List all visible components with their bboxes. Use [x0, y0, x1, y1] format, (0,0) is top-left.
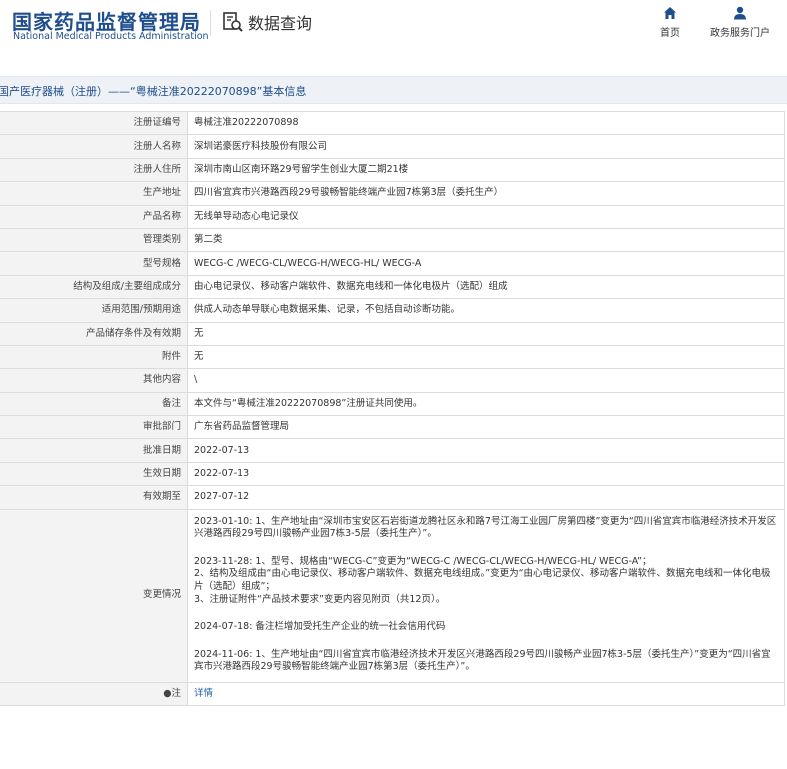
row-value: 供成人动态单导联心电数据采集、记录，不包括自动诊断功能。 [187, 298, 785, 323]
table-row: 适用范围/预期用途 供成人动态单导联心电数据采集、记录，不包括自动诊断功能。 [0, 298, 785, 323]
nav-home-label: 首页 [660, 28, 680, 39]
row-label: 附件 [0, 344, 188, 370]
document-search-icon [223, 12, 243, 32]
table-row: 产品储存条件及有效期无 [0, 321, 785, 346]
page-title-bar: 国产医疗器械（注册）——“粤械注准20222070898”基本信息 [0, 76, 787, 104]
nav-gov-label: 政务服务门户 [710, 28, 770, 39]
device-info-table: 注册证编号 粤械注准20222070898 注册人名称 深圳诺豪医疗科技股份有限公司注… [0, 110, 785, 707]
table-row: 生产地址 四川省宜宾市兴港路西段29号骏畅智能终端产业园7栋第3层（委托生产） [0, 181, 785, 206]
note-cell: 详情 [187, 681, 785, 707]
nav-gov-portal[interactable]: 政务服务门户 [706, 6, 774, 39]
table-row: 结构及组成/主要组成成分 由心电记录仪、移动客户端软件、数据充电线和一体化电极片（… [0, 274, 785, 300]
row-value: 2022-07-13 [187, 461, 785, 487]
data-query-label: 数据查询 [248, 14, 313, 33]
table-row: 备注 本文件与“粤械注准20222070898”注册证共同使用。 [0, 391, 785, 417]
details-link[interactable]: 详情 [194, 688, 213, 699]
row-label: 生效日期 [0, 461, 188, 487]
user-icon [734, 6, 746, 20]
table-row: 其他内容 \ [0, 368, 785, 393]
row-value: 第二类 [187, 227, 785, 253]
table-row: 产品名称 无线单导动态心电记录仪 [0, 204, 785, 229]
table-row: 有效期至 2027-07-12 [0, 485, 785, 510]
table-row: 注册证编号 粤械注准20222070898 [0, 110, 785, 136]
site-header: 国家药品监督管理局 National Medical Products Admi… [0, 0, 787, 64]
row-label: 生产地址 [0, 181, 188, 206]
table-row: 生效日期 2022-07-13 [0, 461, 785, 487]
row-value: 2022-07-13 [187, 438, 785, 463]
home-icon [664, 7, 676, 19]
row-value: 2027-07-12 [187, 485, 785, 510]
header-divider [210, 10, 211, 36]
row-label: 产品储存条件及有效期 [0, 321, 188, 346]
data-query-title[interactable]: 数据查询 [222, 10, 312, 34]
row-value: 深圳诺豪医疗科技股份有限公司 [187, 134, 785, 159]
row-label: 型号规格 [0, 251, 188, 276]
row-label: 审批部门 [0, 415, 188, 440]
change-line: 2024-11-06: 1、生产地址由“四川省宜宾市临港经济技术开发区兴港路西段… [194, 648, 771, 673]
row-value: 无 [187, 321, 785, 346]
change-entry: 2024-07-18: 备注栏增加受托生产企业的统一社会信用代码 [194, 621, 778, 634]
breadcrumb: 国产医疗器械（注册）——“粤械注准20222070898”基本信息 [0, 85, 307, 98]
change-history: 2023-01-10: 1、生产地址由“深圳市宝安区石岩街道龙腾社区永和路7号江… [187, 508, 785, 683]
table-row: 审批部门 广东省药品监督管理局 [0, 415, 785, 440]
row-label: 适用范围/预期用途 [0, 298, 188, 323]
row-value: 四川省宜宾市兴港路西段29号骏畅智能终端产业园7栋第3层（委托生产） [187, 181, 785, 206]
site-logo-en: National Medical Products Administration [13, 31, 209, 42]
row-value: 由心电记录仪、移动客户端软件、数据充电线和一体化电极片（选配）组成 [187, 274, 785, 300]
row-label: 注册人住所 [0, 157, 188, 183]
table-row: 型号规格 WECG-C /WECG-CL/WECG-H/WECG-HL/ WECG… [0, 251, 785, 276]
change-line: 2、结构及组成由“由心电记录仪、移动客户端软件、数据充电线组成。”变更为“由心电… [194, 568, 771, 593]
row-value: 无 [187, 344, 785, 370]
row-value: 粤械注准20222070898 [187, 110, 785, 136]
row-value: 无线单导动态心电记录仪 [187, 204, 785, 229]
note-row: ●注 详情 [0, 681, 785, 707]
change-entry: 2024-11-06: 1、生产地址由“四川省宜宾市临港经济技术开发区兴港路西段… [194, 649, 778, 674]
row-label: 批准日期 [0, 438, 188, 463]
row-label: 其他内容 [0, 368, 188, 393]
row-label: 备注 [0, 391, 188, 417]
row-value: 广东省药品监督管理局 [187, 415, 785, 440]
change-line: 2023-01-10: 1、生产地址由“深圳市宝安区石岩街道龙腾社区永和路7号江… [194, 515, 777, 540]
change-line: 2024-07-18: 备注栏增加受托生产企业的统一社会信用代码 [194, 621, 446, 633]
change-entry: 2023-11-28: 1、型号、规格由“WECG-C”变更为“WECG-C /… [194, 556, 778, 606]
change-entry: 2023-01-10: 1、生产地址由“深圳市宝安区石岩街道龙腾社区永和路7号江… [194, 516, 778, 541]
row-label: 产品名称 [0, 204, 188, 229]
row-value: 深圳市南山区南环路29号留学生创业大厦二期21楼 [187, 157, 785, 183]
table-row: 管理类别 第二类 [0, 227, 785, 253]
change-line: 3、注册证附件“产品技术要求”变更内容见附页（共12页）。 [194, 593, 446, 605]
change-line: 2023-11-28: 1、型号、规格由“WECG-C”变更为“WECG-C /… [194, 555, 652, 567]
row-label: 注册证编号 [0, 110, 188, 136]
table-row: 注册人名称 深圳诺豪医疗科技股份有限公司 [0, 134, 785, 159]
row-value: WECG-C /WECG-CL/WECG-H/WECG-HL/ WECG-A [187, 251, 785, 276]
row-label: ●注 [0, 681, 188, 707]
row-value: \ [187, 368, 785, 393]
row-value: 本文件与“粤械注准20222070898”注册证共同使用。 [187, 391, 785, 417]
table-row: 注册人住所 深圳市南山区南环路29号留学生创业大厦二期21楼 [0, 157, 785, 183]
row-label: 管理类别 [0, 227, 188, 253]
change-history-row: 变更情况 2023-01-10: 1、生产地址由“深圳市宝安区石岩街道龙腾社区永和… [0, 508, 785, 683]
row-label: 有效期至 [0, 485, 188, 510]
nav-home[interactable]: 首页 [653, 6, 687, 39]
row-label: 注册人名称 [0, 134, 188, 159]
table-row: 附件无 [0, 344, 785, 370]
row-label: 变更情况 [0, 508, 188, 683]
row-label: 结构及组成/主要组成成分 [0, 274, 188, 300]
table-row: 批准日期 2022-07-13 [0, 438, 785, 463]
